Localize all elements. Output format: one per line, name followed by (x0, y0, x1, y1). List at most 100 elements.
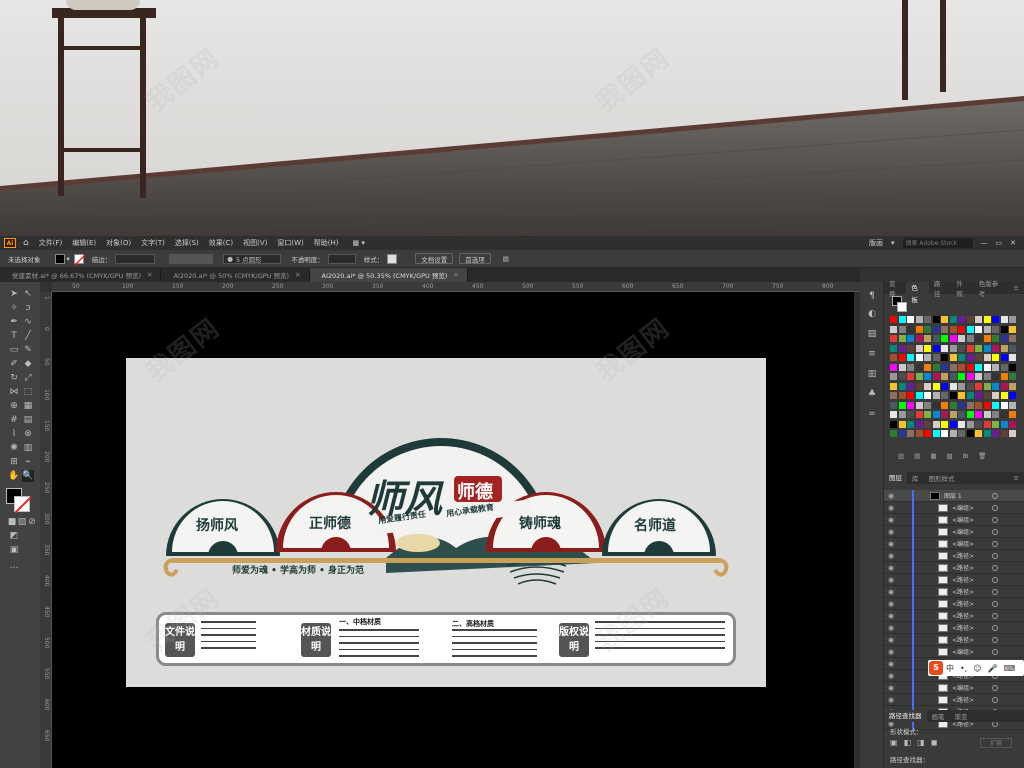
color-swatch[interactable] (924, 411, 931, 418)
color-swatch[interactable] (915, 325, 923, 333)
color-swatch[interactable] (890, 392, 897, 399)
style-swatch[interactable] (387, 253, 398, 264)
color-swatch[interactable] (932, 363, 940, 371)
target-circle-icon[interactable] (992, 612, 998, 619)
menu-icon[interactable]: ≡ (1009, 284, 1024, 292)
close-icon[interactable]: ✕ (295, 271, 300, 279)
minus-front-icon[interactable]: ◧ (904, 738, 912, 747)
color-swatch[interactable] (924, 363, 931, 371)
magic-wand-icon[interactable]: ✧ (8, 302, 20, 314)
target-circle-icon[interactable] (992, 636, 998, 643)
color-swatch[interactable] (907, 401, 914, 409)
color-swatch[interactable] (924, 335, 931, 342)
visibility-eye-icon[interactable]: ◉ (888, 552, 898, 560)
color-swatch[interactable] (932, 354, 940, 361)
zoom-tool-icon[interactable]: 🔍 (22, 470, 34, 482)
color-swatch[interactable] (992, 401, 999, 409)
punctuation-icon[interactable]: •, (960, 664, 967, 673)
tab-layers[interactable]: 图层 (884, 472, 907, 484)
color-swatch[interactable] (958, 325, 965, 333)
color-swatch[interactable] (992, 411, 999, 418)
visibility-eye-icon[interactable]: ◉ (888, 576, 898, 584)
color-swatch[interactable] (966, 325, 974, 333)
color-swatch[interactable] (992, 373, 999, 380)
color-swatch[interactable] (975, 420, 982, 428)
color-swatch[interactable] (949, 344, 957, 352)
color-swatch[interactable] (941, 382, 948, 390)
chevron-down-icon[interactable]: ▾ (891, 239, 895, 247)
color-swatch[interactable] (975, 401, 982, 409)
color-swatch[interactable] (932, 335, 940, 342)
color-swatch[interactable] (941, 392, 948, 399)
tab-swatches[interactable]: 色板 (906, 282, 929, 304)
color-swatch[interactable] (932, 325, 940, 333)
menu-object[interactable]: 对象(O) (106, 238, 131, 248)
color-swatch[interactable] (941, 363, 948, 371)
color-swatch[interactable] (907, 363, 914, 371)
color-swatch[interactable] (924, 373, 931, 380)
color-swatch[interactable] (915, 335, 923, 342)
color-swatch[interactable] (941, 354, 948, 361)
color-swatch[interactable] (949, 411, 957, 418)
arrange-icon[interactable]: ▤ (503, 255, 509, 263)
visibility-eye-icon[interactable]: ◉ (888, 624, 898, 632)
tab-document-2[interactable]: AI2020.ai* @ 50% (CMYK/GPU 预览) ✕ (161, 268, 310, 282)
color-swatch[interactable] (958, 363, 965, 371)
color-swatch[interactable] (975, 316, 982, 323)
color-swatch[interactable] (975, 344, 982, 352)
color-swatch[interactable] (890, 335, 897, 342)
color-swatch[interactable] (1009, 430, 1016, 437)
color-swatch[interactable] (975, 335, 982, 342)
tab-document-3[interactable]: AI2020.ai* @ 50.35% (CMYK/GPU 预览) ✕ (309, 268, 468, 282)
color-swatch[interactable] (915, 316, 923, 323)
tab-libraries[interactable]: 库 (907, 473, 924, 483)
visibility-eye-icon[interactable]: ◉ (888, 492, 898, 500)
color-swatch[interactable] (907, 420, 914, 428)
close-icon[interactable]: ✕ (1010, 239, 1016, 247)
home-icon[interactable]: ⌂ (23, 238, 29, 248)
color-swatch[interactable] (932, 382, 940, 390)
tab-pathfinder[interactable]: 路径 (929, 278, 951, 298)
color-swatch[interactable] (941, 316, 948, 323)
color-swatch[interactable] (1000, 382, 1008, 390)
target-circle-icon[interactable] (992, 504, 998, 511)
color-swatch[interactable] (898, 373, 906, 380)
color-swatch[interactable] (983, 335, 991, 342)
new-swatch-icon[interactable]: ⊞ (963, 452, 968, 464)
restore-icon[interactable]: ▭ (996, 239, 1003, 247)
layer-row[interactable]: ◉ <编组> (884, 514, 1024, 526)
color-swatch[interactable] (983, 363, 991, 371)
chevron-down-icon[interactable]: ▾ (67, 255, 70, 263)
color-swatch[interactable] (941, 411, 948, 418)
color-swatch[interactable] (890, 401, 897, 409)
rectangle-tool-icon[interactable]: ▭ (8, 344, 20, 356)
color-swatch[interactable] (1009, 373, 1016, 380)
color-swatch[interactable] (924, 382, 931, 390)
pen-tool-icon[interactable]: ✒ (8, 316, 20, 328)
close-icon[interactable]: ✕ (147, 271, 152, 279)
color-swatch[interactable] (992, 392, 999, 399)
color-swatch[interactable] (890, 344, 897, 352)
tab-color-guide[interactable]: 色版参考 (974, 278, 1009, 298)
layer-row[interactable]: ◉ <路径> (884, 610, 1024, 622)
color-guide-icon[interactable]: ▨ (866, 328, 878, 340)
shaper-tool-icon[interactable]: ✐ (8, 358, 20, 370)
color-swatch[interactable] (966, 401, 974, 409)
color-swatch[interactable] (932, 411, 940, 418)
target-circle-icon[interactable] (992, 648, 998, 655)
layer-row[interactable]: ◉ <路径> (884, 694, 1024, 706)
minimize-icon[interactable]: — (981, 239, 988, 247)
color-swatch[interactable] (932, 373, 940, 380)
rotate-tool-icon[interactable]: ↻ (8, 372, 20, 384)
color-swatch[interactable] (907, 382, 914, 390)
tab-document-1[interactable]: 党建素材.ai* @ 66.67% (CMYK/GPU 预览) ✕ (0, 268, 162, 282)
target-circle-icon[interactable] (992, 624, 998, 631)
color-swatch[interactable] (949, 401, 957, 409)
gradient-tool-icon[interactable]: ▤ (22, 414, 34, 426)
expand-button[interactable]: 扩展 (980, 738, 1012, 748)
color-swatch[interactable] (983, 373, 991, 380)
color-swatch[interactable] (949, 392, 957, 399)
color-swatch[interactable] (975, 392, 982, 399)
variable-width-field[interactable] (169, 253, 214, 264)
target-circle-icon[interactable] (992, 588, 998, 595)
